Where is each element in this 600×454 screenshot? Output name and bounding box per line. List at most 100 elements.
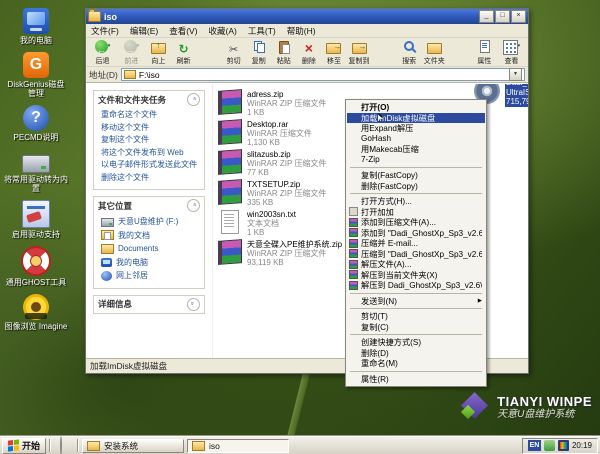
chevron-down-icon[interactable]: ▾ [108, 40, 111, 53]
context-menu-item[interactable]: 用Makecab压缩 ▶ [347, 144, 485, 155]
language-indicator[interactable]: EN [528, 440, 541, 451]
context-menu-item[interactable]: 解压到 Dadi_GhostXp_Sp3_v2.6\(E) ▶ [347, 280, 485, 291]
toolbar-button[interactable]: ▾ 搜索 [397, 39, 422, 66]
toolbar-button[interactable]: ▾ 向上 [146, 39, 171, 66]
toolbar-button[interactable]: ▾ 前进 [117, 39, 146, 66]
desktop-icon[interactable]: 通用GHOST工具 [2, 246, 70, 287]
task-link[interactable]: 将这个文件发布到 Web [101, 147, 199, 160]
place-link[interactable]: 天意U盘维护 (F:) [101, 215, 199, 229]
context-menu-item[interactable]: 删除(FastCopy) ▶ [347, 181, 485, 192]
place-link[interactable]: 我的电脑 [101, 256, 199, 270]
context-menu-item[interactable]: 创建快捷方式(S) ▶ [347, 337, 485, 348]
context-menu-item[interactable]: 用Expand解压 ▶ [347, 123, 485, 134]
place-link[interactable]: 我的文档 [101, 229, 199, 243]
menu-item-label: 打开方式(H)... [361, 196, 482, 207]
toolbar-button[interactable]: ▾ [196, 39, 221, 58]
context-menu-item[interactable]: 添加到 "Dadi_GhostXp_Sp3_v2.6.rar"(T) ▶ [347, 228, 485, 239]
clock[interactable]: 20:19 [572, 441, 592, 450]
toolbar-button[interactable]: ▾ 删除 [296, 39, 321, 66]
天意全碟入PE维护系统.zip[interactable]: 天意全碟入PE维护系统.zip WinRAR ZIP 压缩文件 93,119 K… [218, 240, 342, 267]
menu-bar-item[interactable]: 收藏(A) [209, 25, 237, 37]
desktop-icon-image [23, 294, 49, 320]
context-menu-item[interactable]: 打开方式(H)... ▶ [347, 196, 485, 207]
address-input[interactable]: F:\iso [121, 68, 525, 81]
toolbar-button[interactable]: ▾ 剪切 [221, 39, 246, 66]
toolbar-button[interactable]: ▾ 刷新 [171, 39, 196, 66]
place-link[interactable]: Documents [101, 242, 199, 256]
tray-device-icon[interactable] [544, 440, 555, 451]
desktop-icon[interactable]: 我的电脑 [2, 8, 70, 45]
toolbar-button[interactable]: ▾ 文件夹 [422, 39, 447, 66]
context-menu-item[interactable]: 添加到压缩文件(A)... ▶ [347, 217, 485, 228]
desktop-icon[interactable]: DiskGenius磁盘管理 [2, 52, 70, 98]
context-menu-item[interactable]: 解压到当前文件夹(X) ▶ [347, 270, 485, 281]
context-menu-item[interactable]: 发送到(N) ▶ [347, 296, 485, 307]
menu-bar-item[interactable]: 工具(T) [248, 25, 276, 37]
toolbar-button[interactable]: ▾ [447, 39, 472, 58]
task-link[interactable]: 复制这个文件 [101, 134, 199, 147]
desktop-icon[interactable]: 启用驱动支持 [2, 200, 70, 239]
task-link[interactable]: 以电子邮件形式发送此文件 [101, 159, 199, 172]
desktop-icon[interactable]: 将常用驱动转为内置 [2, 149, 70, 193]
toolbar-button-label: 搜索 [397, 58, 422, 66]
collapse-panel-icon[interactable] [187, 93, 200, 106]
context-menu-item[interactable]: 压缩并 E-mail... ▶ [347, 238, 485, 249]
task-link[interactable]: 移动这个文件 [101, 122, 199, 135]
toolbar-button[interactable]: ▾ 复制到 [347, 39, 372, 66]
menu-bar-item[interactable]: 文件(F) [91, 25, 119, 37]
context-menu-item[interactable]: 重命名(M) ▶ [347, 358, 485, 369]
slitazusb.zip[interactable]: slitazusb.zip WinRAR ZIP 压缩文件 77 KB [218, 150, 342, 177]
task-link[interactable]: 重命名这个文件 [101, 109, 199, 122]
Desktop.rar[interactable]: Desktop.rar WinRAR 压缩文件 1,130 KB [218, 120, 342, 147]
quick-launch-button[interactable] [60, 437, 62, 454]
toolbar-button[interactable]: ▾ 查看 [497, 39, 526, 66]
menu-bar-item[interactable]: 帮助(H) [287, 25, 316, 37]
context-menu-item[interactable]: 解压文件(A)... ▶ [347, 259, 485, 270]
win2003sn.txt[interactable]: win2003sn.txt 文本文档 1 KB [218, 210, 342, 237]
context-menu-item[interactable]: 属性(R) ▶ [347, 374, 485, 385]
menu-bar-item[interactable]: 编辑(E) [130, 25, 158, 37]
context-menu-item[interactable]: GoHash ▶ [347, 134, 485, 145]
toolbar-button[interactable]: ▾ 移至 [321, 39, 346, 66]
collapse-panel-icon[interactable] [187, 199, 200, 212]
start-button[interactable]: 开始 [2, 438, 46, 454]
context-menu-item[interactable]: 复制(FastCopy) ▶ [347, 170, 485, 181]
address-dropdown-button[interactable] [509, 68, 522, 81]
TXTSETUP.zip[interactable]: TXTSETUP.zip WinRAR ZIP 压缩文件 335 KB [218, 180, 342, 207]
desktop-icon[interactable]: PECMD说明 [2, 105, 70, 142]
context-menu-item[interactable]: 加载ImDisk虚拟磁盘 ▶ [347, 113, 485, 124]
menu-item-label: 打开加加 [361, 207, 482, 218]
context-menu-item[interactable]: 压缩到 "Dadi_GhostXp_Sp3_v2.6.rar" 并 E-mail… [347, 249, 485, 260]
context-menu-item[interactable]: 剪切(T) ▶ [347, 311, 485, 322]
context-menu-item[interactable]: 7-Zip ▶ [347, 155, 485, 166]
toolbar-button[interactable]: ▾ 复制 [246, 39, 271, 66]
chevron-down-icon[interactable]: ▾ [518, 40, 521, 53]
desktop-icon-column: 我的电脑 DiskGenius磁盘管理 PECMD说明 将常用驱动转为内置 启用… [2, 8, 70, 338]
context-menu-item[interactable]: 打开(O) ▶ [347, 102, 485, 113]
close-button[interactable] [511, 10, 526, 23]
other-places-list: 天意U盘维护 (F:) 我的文档 Documents [94, 214, 204, 288]
task-button[interactable]: iso [187, 439, 289, 453]
title-bar[interactable]: iso [86, 9, 528, 24]
task-button[interactable]: 安装系统 [82, 439, 184, 453]
toolbar-button[interactable]: ▾ [372, 39, 397, 58]
context-menu-item[interactable]: 复制(C) ▶ [347, 322, 485, 333]
expand-panel-icon[interactable] [187, 298, 200, 311]
desktop-icon[interactable]: 图像浏览 Imagine [2, 294, 70, 331]
menu-bar-item[interactable]: 查看(V) [169, 25, 197, 37]
toolbar-button[interactable]: ▾ 属性 [472, 39, 497, 66]
toolbar-button[interactable]: ▾ 后退 [88, 39, 117, 66]
address-label: 地址(D) [89, 69, 118, 81]
adress.zip[interactable]: adress.zip WinRAR ZIP 压缩文件 1 KB [218, 90, 342, 117]
place-link[interactable]: 网上邻居 [101, 269, 199, 283]
chevron-down-icon[interactable]: ▾ [137, 40, 140, 53]
toolbar-icon [95, 40, 108, 53]
minimize-button[interactable] [479, 10, 494, 23]
tray-display-icon[interactable] [558, 440, 569, 451]
context-menu-item[interactable]: 打开加加 ▶ [347, 207, 485, 218]
maximize-button[interactable] [495, 10, 510, 23]
context-menu-item[interactable]: 删除(D) ▶ [347, 348, 485, 359]
menu-item-label: 用Makecab压缩 [361, 144, 482, 155]
toolbar-button[interactable]: ▾ 粘贴 [271, 39, 296, 66]
task-link[interactable]: 删除这个文件 [101, 172, 199, 185]
